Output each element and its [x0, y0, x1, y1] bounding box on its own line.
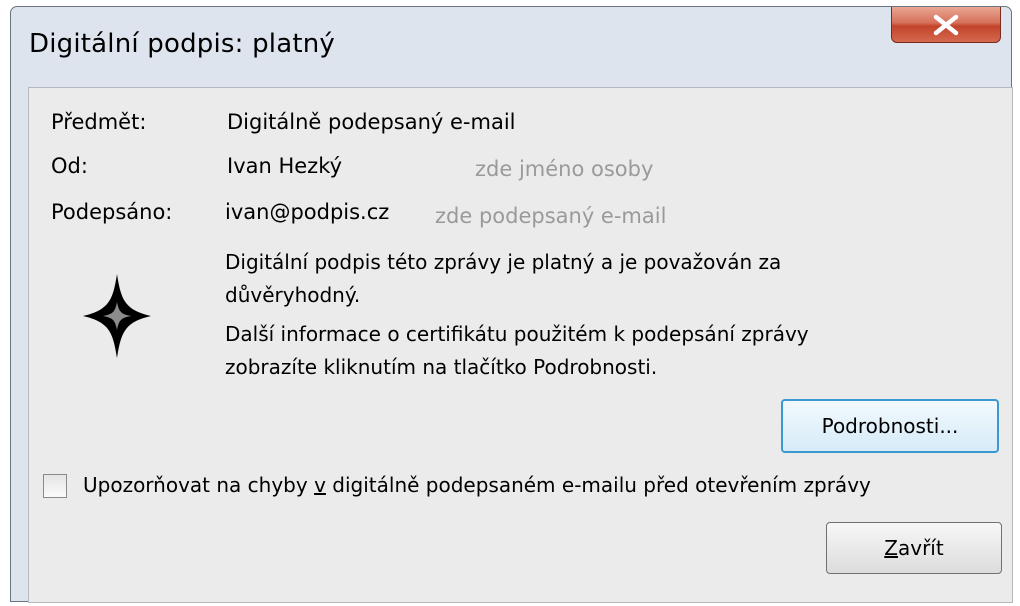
validity-message-line1: Digitální podpis této zprávy je platný a…: [225, 250, 782, 274]
details-message: Další informace o certifikátu použitém k…: [225, 318, 925, 384]
close-button-rest: avřít: [897, 536, 944, 560]
details-message-line2: zobrazíte kliknutím na tlačítko Podrobno…: [225, 355, 658, 379]
close-window-button[interactable]: [891, 7, 1001, 43]
close-icon: [933, 14, 959, 35]
from-label: Od:: [51, 154, 88, 178]
warn-errors-label-after: digitálně podepsaném e-mailu před otevře…: [325, 473, 871, 497]
signed-value: ivan@podpis.cz: [225, 200, 390, 224]
close-button[interactable]: Zavřít: [826, 522, 1002, 574]
warn-errors-label-before: Upozorňovat na chyby: [83, 473, 315, 497]
details-message-line1: Další informace o certifikátu použitém k…: [225, 322, 809, 346]
subject-label: Předmět:: [51, 110, 147, 134]
details-button[interactable]: Podrobnosti...: [781, 399, 999, 453]
warn-errors-label[interactable]: Upozorňovat na chyby v digitálně podepsa…: [83, 473, 871, 497]
window-title: Digitální podpis: platný: [29, 29, 336, 59]
from-value: Ivan Hezký: [227, 154, 343, 178]
dialog-window: Digitální podpis: platný Předmět: Digitá…: [10, 6, 1013, 603]
signed-hint: zde podepsaný e-mail: [435, 204, 667, 228]
signed-label: Podepsáno:: [51, 200, 173, 224]
subject-value: Digitálně podepsaný e-mail: [227, 110, 516, 134]
warn-errors-checkbox[interactable]: [43, 474, 67, 498]
close-button-accel: Z: [884, 536, 898, 560]
validity-message: Digitální podpis této zprávy je platný a…: [225, 246, 925, 312]
warn-errors-label-accel: v: [314, 473, 326, 497]
validity-message-line2: důvěryhodný.: [225, 283, 361, 307]
signature-star-icon: [83, 274, 151, 358]
from-hint: zde jméno osoby: [475, 157, 654, 181]
